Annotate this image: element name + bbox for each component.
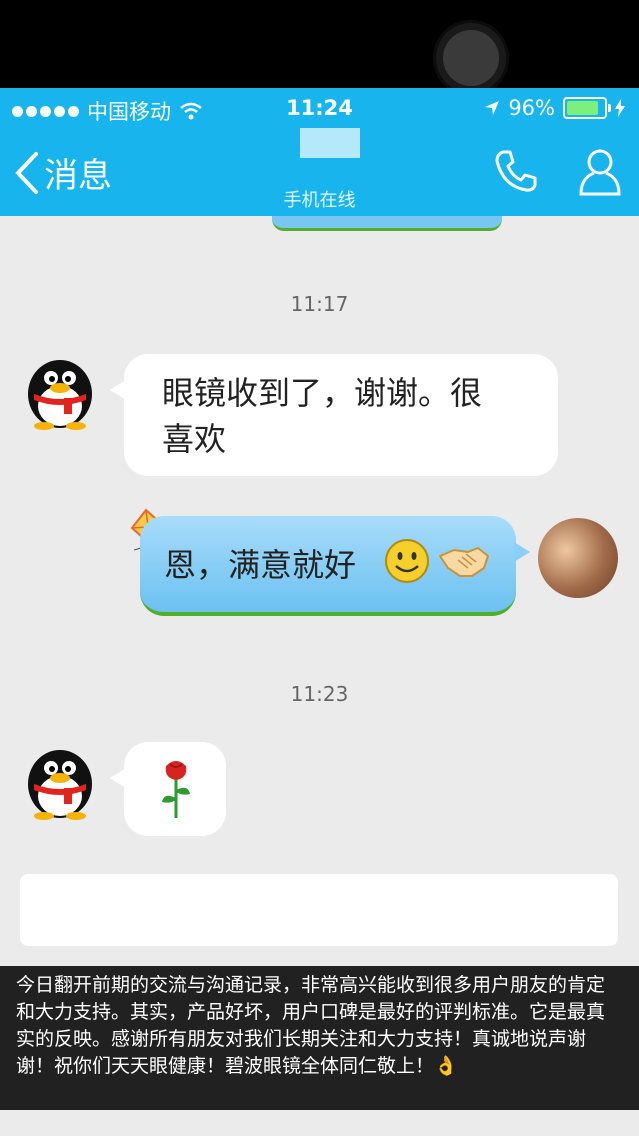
message-line-1: 眼镜收到了，谢谢。很 bbox=[162, 374, 483, 412]
message-text: 恩，满意就好 bbox=[164, 546, 357, 584]
contact-name-obscured bbox=[300, 128, 360, 158]
camera-icon bbox=[433, 20, 509, 96]
device-bezel bbox=[0, 0, 639, 96]
battery-percent: 96% bbox=[508, 96, 555, 120]
location-arrow-icon bbox=[485, 101, 500, 115]
rose-icon bbox=[162, 761, 190, 818]
phone-icon[interactable] bbox=[493, 148, 539, 194]
handshake-icon bbox=[439, 547, 489, 577]
smile-emoji-icon bbox=[385, 539, 429, 583]
message-line-2: 喜欢 bbox=[162, 420, 227, 458]
nav-bar: 消息 手机在线 bbox=[0, 128, 639, 216]
battery-icon bbox=[563, 97, 611, 119]
outgoing-message[interactable]: 恩，满意就好 bbox=[140, 516, 530, 616]
self-avatar[interactable] bbox=[538, 518, 618, 598]
timestamp: 11:17 bbox=[290, 292, 349, 316]
incoming-sticker-message[interactable] bbox=[110, 742, 226, 836]
incoming-message[interactable]: 眼镜收到了，谢谢。很 喜欢 bbox=[110, 354, 558, 476]
caption-text: 今日翻开前期的交流与沟通记录，非常高兴能收到很多用户朋友的肯定和大力支持。其实，… bbox=[16, 974, 606, 1077]
caption-overlay: 今日翻开前期的交流与沟通记录，非常高兴能收到很多用户朋友的肯定和大力支持。其实，… bbox=[0, 966, 639, 1110]
timestamp: 11:23 bbox=[290, 682, 349, 706]
penguin-avatar-icon[interactable] bbox=[22, 350, 98, 430]
penguin-avatar-icon[interactable] bbox=[22, 740, 98, 820]
message-input[interactable] bbox=[20, 874, 618, 946]
profile-icon[interactable] bbox=[577, 148, 623, 198]
status-bar: 中国移动 11:24 96% bbox=[0, 88, 639, 128]
previous-message-bubble bbox=[272, 216, 502, 231]
charging-icon bbox=[615, 99, 625, 117]
